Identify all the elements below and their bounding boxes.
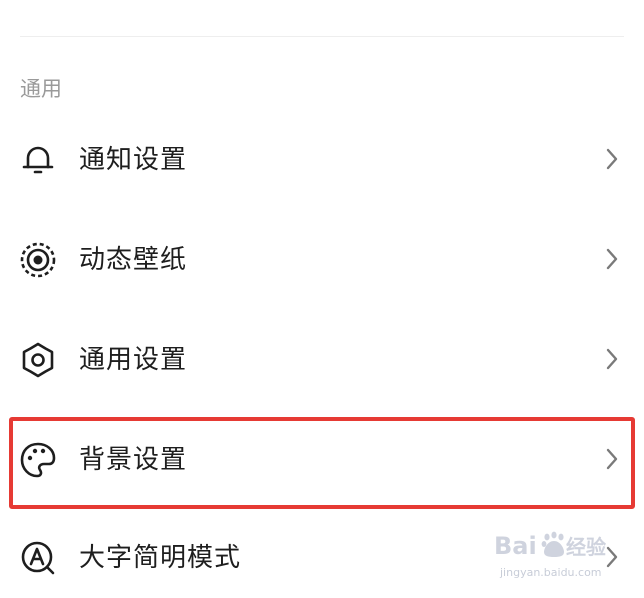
menu-item-label: 大字简明模式 xyxy=(79,543,242,573)
menu-item-label: 通知设置 xyxy=(79,145,188,175)
palette-icon xyxy=(18,440,58,480)
chevron-right-icon xyxy=(604,145,620,173)
chevron-right-icon xyxy=(604,543,620,571)
menu-item-notification-settings[interactable]: 通知设置 xyxy=(0,120,644,200)
bell-icon xyxy=(18,140,58,180)
section-header-general: 通用 xyxy=(20,77,62,101)
menu-item-label: 背景设置 xyxy=(79,445,188,475)
chevron-right-icon xyxy=(604,345,620,373)
large-font-mode-icon xyxy=(18,538,58,578)
menu-item-large-font-mode[interactable]: 大字简明模式 xyxy=(0,518,644,598)
chevron-right-icon xyxy=(604,445,620,473)
menu-item-general-settings[interactable]: 通用设置 xyxy=(0,320,644,400)
gear-icon xyxy=(18,340,58,380)
chevron-right-icon xyxy=(604,245,620,273)
menu-item-background-settings[interactable]: 背景设置 xyxy=(0,420,644,500)
live-wallpaper-icon xyxy=(18,240,58,280)
menu-item-live-wallpaper[interactable]: 动态壁纸 xyxy=(0,220,644,300)
top-divider xyxy=(20,36,624,37)
menu-item-label: 通用设置 xyxy=(79,345,188,375)
menu-item-label: 动态壁纸 xyxy=(79,245,188,275)
